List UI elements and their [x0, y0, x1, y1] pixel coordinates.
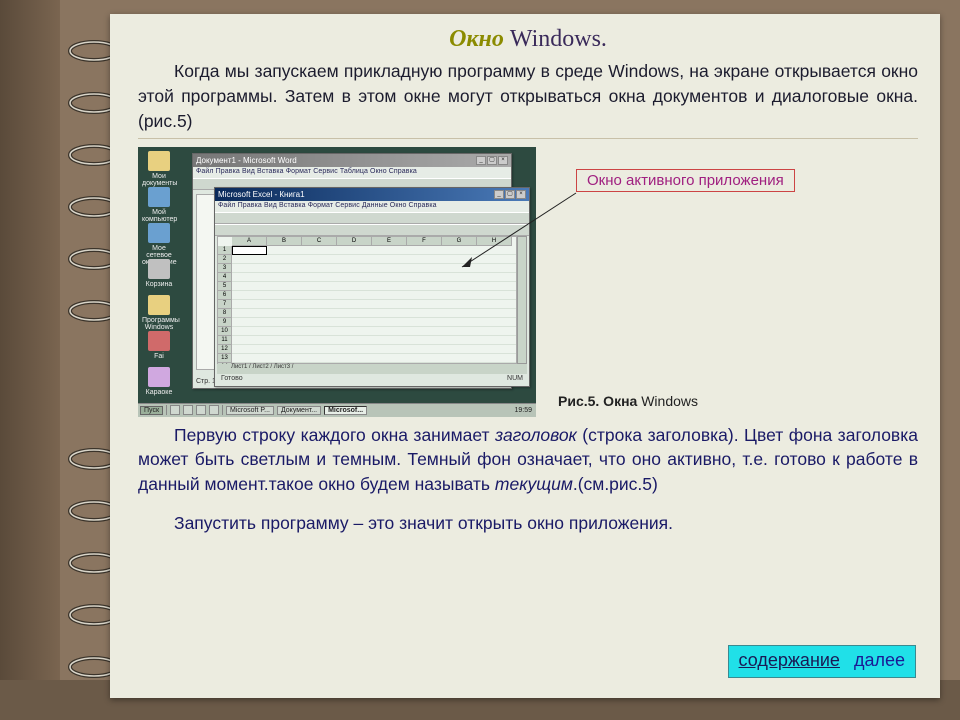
excel-vscrollbar: [517, 236, 527, 364]
term-zagolovok: заголовок: [495, 425, 577, 445]
excel-spreadsheet: ABCDEFGH 1234567891011121314: [217, 236, 517, 364]
excel-col-header: H: [477, 237, 512, 246]
excel-status-num: NUM: [507, 375, 523, 385]
excel-statusbar: Готово NUM: [217, 375, 527, 385]
excel-row-header: 11: [218, 336, 232, 345]
excel-sheet-tabs: Лист1 / Лист2 / Лист3 /: [217, 364, 527, 374]
excel-col-header: E: [372, 237, 407, 246]
caption-bold: Рис.5. Окна: [558, 393, 641, 409]
nav-bar: содержание далее: [728, 645, 916, 678]
excel-col-header: B: [267, 237, 302, 246]
excel-menubar: Файл Правка Вид Вставка Формат Сервис Да…: [215, 201, 529, 212]
excel-title-text: Microsoft Excel - Книга1: [218, 190, 305, 199]
page-title: Окно Windows.: [138, 26, 918, 53]
quicklaunch-icon: [170, 405, 180, 415]
word-titlebar: Документ1 - Microsoft Word _▢×: [193, 154, 511, 167]
excel-colhdr-row: ABCDEFGH: [232, 237, 516, 246]
excel-col-header: F: [407, 237, 442, 246]
excel-window-controls: _▢×: [494, 190, 526, 199]
document-page: Окно Windows. Когда мы запускаем приклад…: [110, 14, 940, 698]
intro-paragraph: Когда мы запускаем прикладную программу …: [138, 59, 918, 134]
taskbar-task-active: Microsof...: [324, 406, 367, 415]
desktop-icon: Fai: [142, 331, 176, 360]
taskbar-task: Документ...: [277, 406, 321, 415]
desktop-icon: Караоке: [142, 367, 176, 396]
excel-row-header: 3: [218, 264, 232, 273]
excel-row-header: 1: [218, 246, 232, 255]
figure-caption: Рис.5. Окна Windows: [558, 393, 698, 409]
quicklaunch-icon: [209, 405, 219, 415]
desktop-icon: Мои документы: [142, 151, 176, 187]
word-title-text: Документ1 - Microsoft Word: [196, 156, 297, 165]
excel-titlebar: Microsoft Excel - Книга1 _▢×: [215, 188, 529, 201]
section-divider: [138, 138, 918, 139]
quicklaunch-icon: [196, 405, 206, 415]
excel-row-header: 2: [218, 255, 232, 264]
excel-rowhdr-col: 1234567891011121314: [218, 246, 232, 363]
term-tekushchim: текущим: [495, 474, 573, 494]
desktop-icon: Мой компьютер: [142, 187, 176, 223]
excel-row-header: 6: [218, 291, 232, 300]
excel-active-cell: [232, 246, 267, 255]
excel-col-header: D: [337, 237, 372, 246]
excel-col-header: G: [442, 237, 477, 246]
excel-row-header: 12: [218, 345, 232, 354]
word-window-controls: _▢×: [476, 156, 508, 165]
excel-row-header: 9: [218, 318, 232, 327]
excel-row-header: 4: [218, 273, 232, 282]
title-part-2: Windows.: [510, 26, 607, 52]
excel-window: Microsoft Excel - Книга1 _▢× Файл Правка…: [214, 187, 530, 387]
caption-rest: Windows: [641, 393, 698, 409]
nav-next-link[interactable]: далее: [854, 650, 905, 671]
windows-desktop-screenshot: Документ1 - Microsoft Word _▢× Файл Прав…: [138, 147, 536, 417]
taskbar-task: Microsoft P...: [226, 406, 274, 415]
callout-active-window: Окно активного приложения: [576, 169, 795, 192]
excel-toolbar-2: [215, 224, 529, 236]
excel-row-header: 7: [218, 300, 232, 309]
figure-row: Документ1 - Microsoft Word _▢× Файл Прав…: [138, 147, 918, 417]
os-taskbar: Пуск Microsoft P... Документ... Microsof…: [138, 403, 536, 417]
excel-row-header: 13: [218, 354, 232, 363]
excel-row-header: 5: [218, 282, 232, 291]
excel-row-header: 8: [218, 309, 232, 318]
taskbar-clock: 19:59: [514, 407, 534, 414]
excel-grid: [232, 246, 516, 363]
excel-row-header: 10: [218, 327, 232, 336]
word-statusbar: Стр. 1: [196, 378, 216, 385]
nav-toc-link[interactable]: содержание: [739, 650, 840, 671]
word-menubar: Файл Правка Вид Вставка Формат Сервис Та…: [193, 167, 511, 178]
excel-col-header: C: [302, 237, 337, 246]
desktop-icon: Корзина: [142, 259, 176, 288]
excel-status-ready: Готово: [221, 375, 243, 385]
excel-toolbar-1: [215, 212, 529, 224]
page-backdrop-left: [0, 0, 60, 720]
body-paragraph-3: Запустить программу – это значит открыть…: [138, 511, 918, 536]
start-button: Пуск: [140, 406, 163, 415]
quicklaunch-icon: [183, 405, 193, 415]
body-paragraph-2: Первую строку каждого окна занимает заго…: [138, 423, 918, 498]
title-part-1: Окно: [449, 26, 504, 52]
excel-col-header: A: [232, 237, 267, 246]
